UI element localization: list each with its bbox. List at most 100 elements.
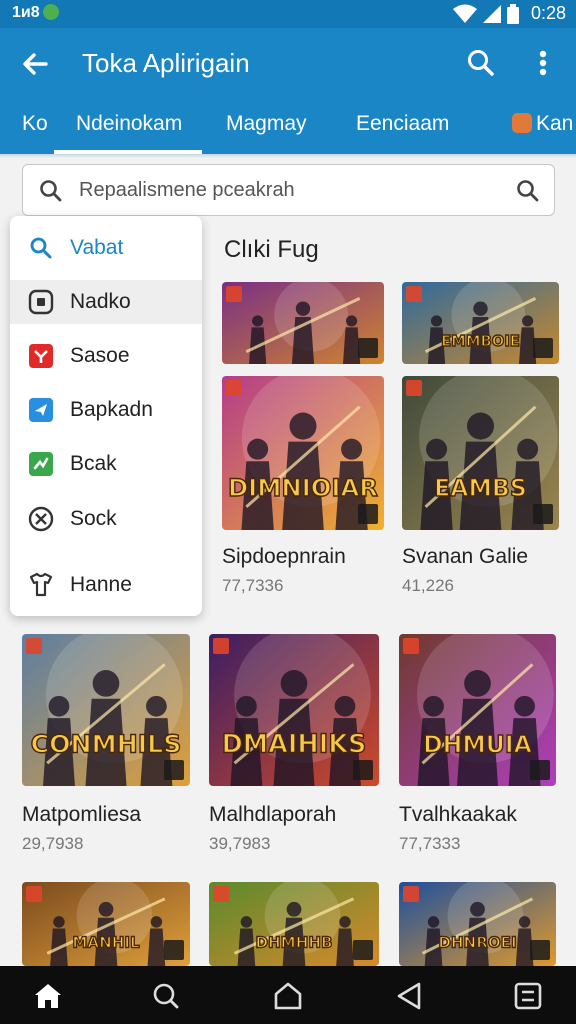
- menu-item-label: Bapkadn: [70, 398, 153, 421]
- game-title[interactable]: Svanan Galie: [402, 545, 528, 569]
- search-input[interactable]: [79, 175, 489, 205]
- blue-app-icon: [29, 398, 53, 422]
- search-icon: [30, 237, 52, 259]
- game-card-thumbnail[interactable]: EMMBOIE: [402, 282, 559, 364]
- app-badge-icon: [226, 286, 242, 302]
- game-card-thumbnail[interactable]: CONMHILS: [22, 634, 190, 786]
- game-logo-text: MANHIL: [72, 934, 140, 952]
- search-icon: [153, 983, 179, 1009]
- menu-item-hanne[interactable]: Hanne: [10, 563, 202, 607]
- more-vert-icon: [539, 50, 547, 76]
- menu-item-label: Sasoe: [70, 344, 130, 367]
- search-field[interactable]: [22, 164, 555, 216]
- tabs-shadow: [0, 154, 576, 158]
- game-card-thumbnail[interactable]: [222, 282, 384, 364]
- shirt-icon: [29, 572, 53, 597]
- tab-eenciaam[interactable]: Eenciaam: [356, 112, 449, 136]
- app-title: Toka Aplirigain: [82, 48, 250, 78]
- tab-kan[interactable]: Kan: [512, 112, 573, 136]
- app-badge-icon: [226, 380, 242, 396]
- section-title: Clıki Fug: [224, 236, 319, 263]
- game-card-thumbnail[interactable]: DHNROEI: [399, 882, 556, 966]
- tab-ko[interactable]: Ko: [22, 112, 48, 136]
- nav-search-button[interactable]: [150, 980, 182, 1012]
- nav-recents-button[interactable]: [512, 980, 544, 1012]
- arrow-left-icon: [23, 53, 48, 75]
- game-count: 77,7336: [222, 576, 284, 595]
- corner-badge-icon: [358, 338, 378, 358]
- tab-magmay[interactable]: Magmay: [226, 112, 307, 136]
- tab-bar: Ko Ndeinokam Magmay Eenciaam Kan: [0, 98, 576, 154]
- game-card-thumbnail[interactable]: MANHIL: [22, 882, 190, 966]
- game-count: 41,226: [402, 576, 454, 595]
- dropdown-menu: Vabat Nadko Sasoe Bapkadn Bcak Sock Hann…: [10, 216, 202, 616]
- recents-icon: [514, 982, 542, 1010]
- status-left-text: 1ᴎ8: [12, 4, 40, 21]
- app-badge-icon: [26, 638, 42, 654]
- back-button[interactable]: [16, 44, 56, 84]
- notification-icon: [42, 4, 59, 20]
- game-title[interactable]: Tvalhkaakak: [399, 803, 517, 827]
- tab-ndeinokam[interactable]: Ndeinokam: [76, 112, 182, 136]
- game-title[interactable]: Matpomliesa: [22, 803, 141, 827]
- game-card-thumbnail[interactable]: DMAIHIKS: [209, 634, 379, 786]
- menu-item-sasoe[interactable]: Sasoe: [10, 334, 202, 378]
- appbar-search-button[interactable]: [462, 44, 500, 82]
- menu-item-nadko[interactable]: Nadko: [10, 280, 202, 324]
- corner-badge-icon: [164, 760, 184, 780]
- game-logo-text: DMAIHIKS: [222, 730, 367, 760]
- corner-badge-icon: [530, 940, 550, 960]
- game-art-image: EAMBS: [402, 376, 559, 530]
- game-art-image: DHNROEI: [399, 882, 556, 966]
- status-bar: 1ᴎ8 0:28: [0, 0, 576, 28]
- app-icon: [512, 113, 532, 133]
- game-art-image: DMAIHIKS: [209, 634, 379, 786]
- game-card-thumbnail[interactable]: DIMNIOIAR: [222, 376, 384, 530]
- game-card-thumbnail[interactable]: DHMUIA: [399, 634, 556, 786]
- app-bar: Toka Aplirigain: [0, 28, 576, 98]
- game-count: 77,7333: [399, 834, 461, 853]
- more-options-button[interactable]: [526, 44, 560, 82]
- game-logo-text: EAMBS: [434, 474, 527, 502]
- nav-back-button[interactable]: [394, 980, 426, 1012]
- game-art-image: [222, 282, 384, 364]
- app-badge-icon: [406, 380, 422, 396]
- wifi-icon: [452, 4, 477, 23]
- game-count: 39,7983: [209, 834, 271, 853]
- app-badge-icon: [213, 886, 229, 902]
- menu-item-bcak[interactable]: Bcak: [10, 442, 202, 486]
- game-logo-text: DHNROEI: [438, 934, 516, 952]
- game-card-thumbnail[interactable]: EAMBS: [402, 376, 559, 530]
- game-title[interactable]: Malhdlaporah: [209, 803, 336, 827]
- game-art-image: EMMBOIE: [402, 282, 559, 364]
- game-card-thumbnail[interactable]: DHMHHB: [209, 882, 379, 966]
- home-button[interactable]: [32, 980, 64, 1012]
- menu-item-vabat[interactable]: Vabat: [10, 226, 202, 270]
- cancel-circle-icon: [28, 506, 54, 532]
- home-icon: [35, 984, 61, 1008]
- menu-item-label: Vabat: [70, 236, 124, 259]
- menu-item-sock[interactable]: Sock: [10, 497, 202, 541]
- app-badge-icon: [26, 886, 42, 902]
- app-badge-icon: [403, 886, 419, 902]
- tab-kan-label: Kan: [536, 112, 574, 135]
- game-art-image: CONMHILS: [22, 634, 190, 786]
- search-icon: [468, 50, 494, 76]
- corner-badge-icon: [358, 504, 378, 524]
- menu-item-bapkadn[interactable]: Bapkadn: [10, 388, 202, 432]
- corner-badge-icon: [533, 338, 553, 358]
- menu-item-label: Nadko: [70, 290, 131, 313]
- corner-badge-icon: [353, 940, 373, 960]
- system-nav-bar: [0, 966, 576, 1024]
- back-triangle-icon: [397, 982, 421, 1010]
- corner-badge-icon: [164, 940, 184, 960]
- corner-badge-icon: [530, 760, 550, 780]
- game-logo-text: DIMNIOIAR: [228, 473, 378, 502]
- nav-home-button[interactable]: [272, 980, 304, 1012]
- menu-item-label: Hanne: [70, 573, 132, 596]
- status-left: 1ᴎ8: [12, 4, 59, 22]
- search-submit-icon[interactable]: [514, 177, 542, 205]
- game-title[interactable]: Sipdoepnrain: [222, 545, 346, 569]
- app-badge-icon: [403, 638, 419, 654]
- game-art-image: DHMUIA: [399, 634, 556, 786]
